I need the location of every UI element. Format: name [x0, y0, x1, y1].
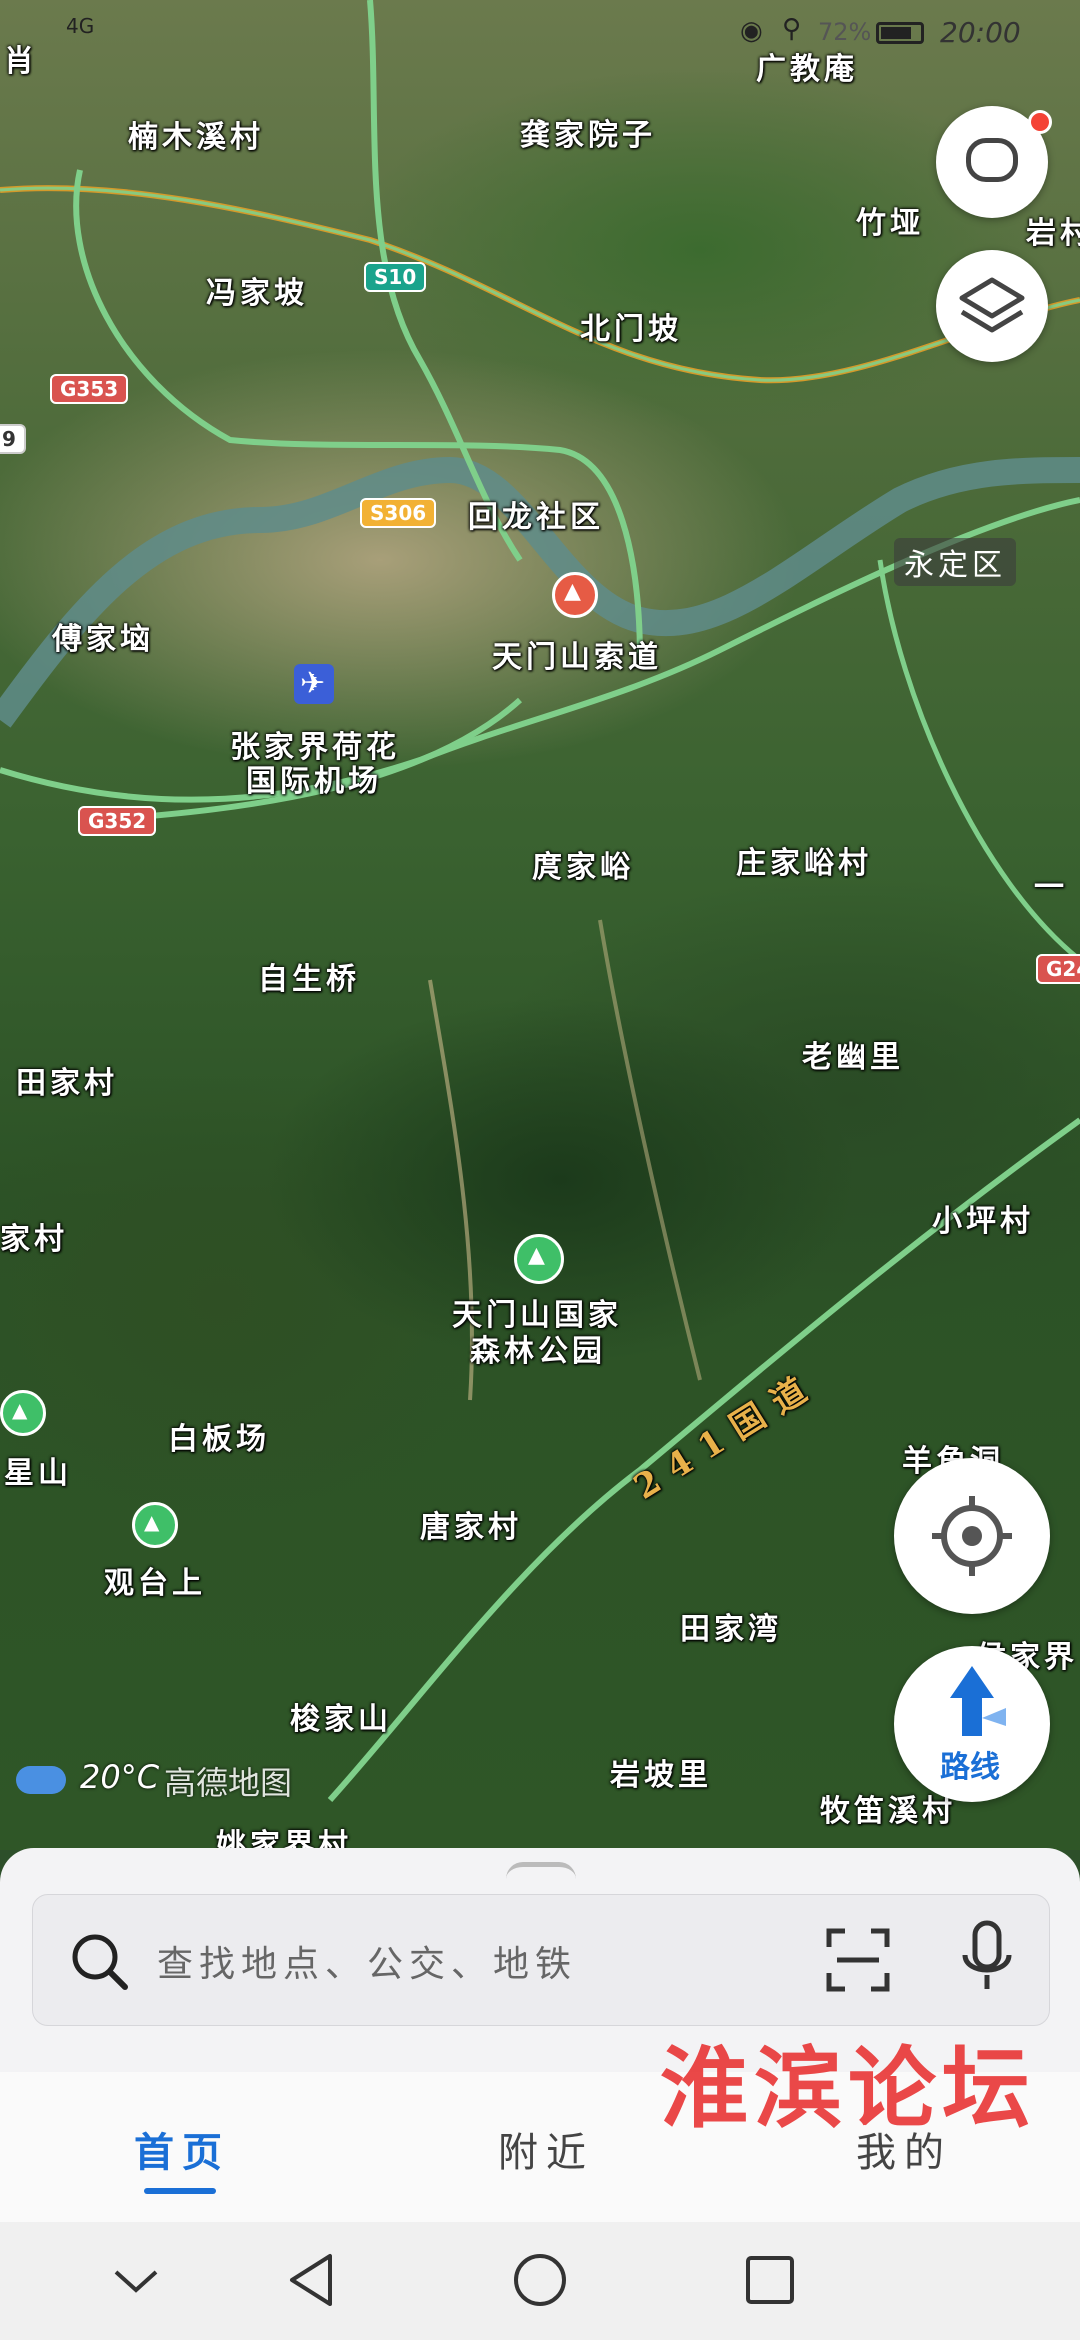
- network-indicator: 4G: [66, 14, 95, 38]
- chevron-down-icon[interactable]: [106, 2262, 166, 2302]
- status-bar: 4G ◉ ⚲ 72% 20:00: [0, 14, 1080, 54]
- place-label[interactable]: 广教庵: [756, 44, 858, 88]
- notification-dot: [1028, 110, 1052, 134]
- satellite-map[interactable]: 4G ◉ ⚲ 72% 20:00 肖 楠木溪村 龚家院子 广教庵 竹垭 岩村 冯…: [0, 0, 1080, 1850]
- route-label: 路线: [940, 1750, 1000, 1785]
- place-label[interactable]: 岩坡里: [610, 1750, 712, 1794]
- message-button[interactable]: [936, 106, 1052, 218]
- weather-temp: 20°C: [80, 1758, 160, 1796]
- search-bar[interactable]: 查找地点、公交、地铁: [32, 1894, 1050, 2026]
- tab-home-indicator: [144, 2188, 216, 2194]
- route-button[interactable]: 路线: [894, 1646, 1050, 1802]
- place-label[interactable]: 傅家垴: [52, 614, 154, 658]
- place-label[interactable]: 北门坡: [580, 304, 682, 348]
- back-icon[interactable]: [282, 2250, 342, 2310]
- scan-icon[interactable]: [823, 1925, 893, 1995]
- place-label[interactable]: 森林公园: [470, 1326, 606, 1370]
- airport-icon[interactable]: ✈: [294, 664, 334, 704]
- place-label[interactable]: 小坪村: [932, 1196, 1034, 1240]
- place-label[interactable]: 唐家村: [420, 1502, 522, 1546]
- eye-icon: ◉: [740, 16, 763, 46]
- place-label[interactable]: 回龙社区: [468, 492, 604, 536]
- crosshair-icon: [932, 1496, 1012, 1576]
- battery-icon: [876, 22, 924, 44]
- place-label[interactable]: 庹家峪: [532, 842, 634, 886]
- search-input[interactable]: 查找地点、公交、地铁: [157, 1935, 577, 1987]
- battery-percent: 72%: [818, 18, 872, 46]
- place-label[interactable]: 家村: [0, 1214, 68, 1258]
- sheet-handle[interactable]: [506, 1862, 576, 1879]
- system-nav-bar: [0, 2222, 1080, 2340]
- mountain-poi-icon[interactable]: ▲: [0, 1390, 46, 1436]
- tab-nearby[interactable]: 附近: [498, 2120, 594, 2178]
- place-label[interactable]: 国际机场: [246, 756, 382, 800]
- recents-icon[interactable]: [740, 2250, 800, 2310]
- status-time: 20:00: [940, 16, 1021, 49]
- road-badge-g352: G352: [78, 806, 157, 836]
- locate-me-button[interactable]: [894, 1458, 1050, 1614]
- home-icon[interactable]: [510, 2250, 570, 2310]
- cloud-icon: [16, 1766, 66, 1794]
- watermark: 淮滨论坛: [660, 2036, 1037, 2140]
- location-status-icon: ⚲: [782, 14, 802, 44]
- road-badge-s306: S306: [360, 498, 437, 528]
- place-label[interactable]: 天门山索道: [492, 632, 662, 676]
- place-label[interactable]: 观台上: [104, 1558, 206, 1602]
- microphone-icon[interactable]: [957, 1919, 1017, 1999]
- road-badge-g24: G24: [1036, 954, 1080, 984]
- place-label[interactable]: 龚家院子: [520, 110, 656, 154]
- place-label[interactable]: 自生桥: [258, 954, 360, 998]
- place-label[interactable]: 星山: [4, 1448, 72, 1492]
- place-label[interactable]: 老幽里: [802, 1032, 904, 1076]
- park-poi-icon[interactable]: ▲: [514, 1234, 564, 1284]
- mountain-poi-icon[interactable]: ▲: [132, 1502, 178, 1548]
- place-label[interactable]: 庄家峪村: [736, 838, 872, 882]
- search-icon: [72, 1934, 128, 1990]
- place-label[interactable]: 梭家山: [290, 1694, 392, 1738]
- road-badge-g353: G353: [50, 374, 129, 404]
- layers-button[interactable]: [936, 250, 1048, 362]
- tab-home[interactable]: 首页: [134, 2120, 230, 2178]
- place-label[interactable]: 田家村: [16, 1058, 118, 1102]
- layers-icon: [959, 277, 1025, 333]
- place-label[interactable]: 肖: [4, 36, 38, 80]
- road-badge-s10: S10: [364, 262, 427, 292]
- district-label-yongding[interactable]: 永定区: [894, 538, 1016, 586]
- place-label[interactable]: 岩村: [1026, 208, 1080, 252]
- cable-car-poi-icon[interactable]: ▲: [552, 572, 598, 618]
- place-label[interactable]: 田家湾: [680, 1604, 782, 1648]
- place-label[interactable]: 冯家坡: [206, 268, 308, 312]
- road-badge-9: 9: [0, 424, 26, 454]
- place-label[interactable]: 姚家界村: [216, 1820, 352, 1850]
- message-icon: [966, 138, 1018, 182]
- place-label[interactable]: 楠木溪村: [128, 112, 264, 156]
- place-label[interactable]: 白板场: [168, 1414, 270, 1458]
- brand-logo: 高德地图: [164, 1764, 293, 1802]
- place-label[interactable]: 竹垭: [856, 198, 924, 242]
- place-label[interactable]: 一: [1034, 862, 1068, 906]
